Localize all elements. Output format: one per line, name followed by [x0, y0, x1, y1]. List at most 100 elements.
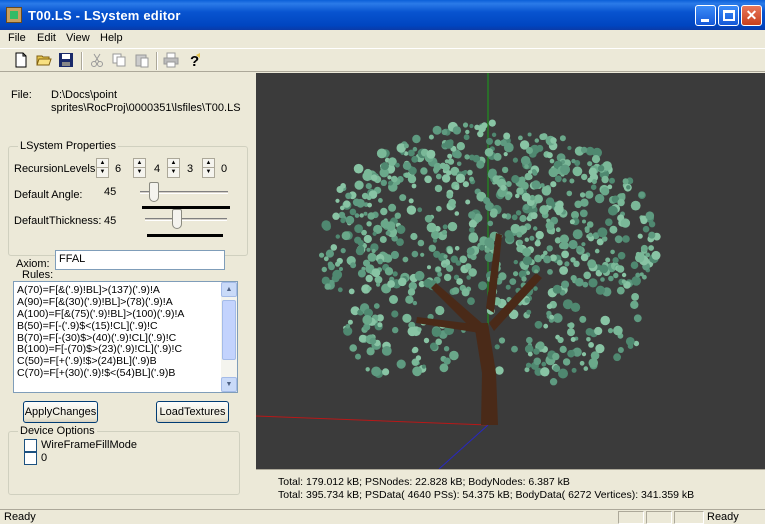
leaf — [591, 155, 601, 164]
option-zero-checkbox[interactable] — [24, 452, 37, 465]
window-title: T00.LS - LSystem editor — [28, 8, 181, 23]
leaf — [367, 202, 372, 208]
leaf — [580, 146, 588, 154]
load-textures-button[interactable]: LoadTextures — [156, 401, 229, 423]
leaf — [585, 190, 594, 199]
down-arrow-icon: ▼ — [170, 169, 177, 175]
scroll-thumb[interactable] — [222, 300, 236, 360]
leaf — [555, 227, 561, 233]
leaf — [412, 366, 422, 377]
rule-line: B(50)=F[-('.9)$<(15)!CL]('.9)!C — [17, 319, 158, 332]
cut-icon[interactable] — [89, 52, 107, 70]
rules-scrollbar[interactable]: ▲ ▼ — [221, 282, 237, 392]
file-label: File: — [11, 89, 32, 101]
recursion-spinner-2[interactable]: ▲ ▼ — [133, 158, 146, 178]
leaf — [469, 176, 474, 182]
leaf — [558, 368, 568, 379]
leaf — [335, 234, 340, 239]
leaf — [493, 152, 502, 161]
leaf — [579, 360, 585, 366]
leaf — [607, 328, 614, 334]
copy-icon[interactable] — [111, 52, 129, 70]
leaf — [579, 192, 586, 198]
stats-panel: Total: 179.012 kB; PSNodes: 22.828 kB; B… — [256, 469, 765, 509]
x-axis-line — [256, 415, 489, 426]
leaf — [407, 149, 415, 157]
down-arrow-icon: ▼ — [99, 169, 106, 175]
leaf — [559, 234, 569, 244]
leaf — [476, 160, 485, 169]
render-viewport[interactable] — [256, 73, 765, 469]
rule-line: A(70)=F[&('.9)!BL]>(137)('.9)!A — [17, 284, 160, 296]
leaf — [447, 248, 454, 255]
maximize-button[interactable] — [718, 5, 739, 26]
leaf — [635, 272, 641, 278]
leaf — [465, 129, 470, 135]
leaf — [380, 162, 389, 171]
scroll-up-icon[interactable]: ▲ — [221, 282, 237, 297]
recursion-levels-label: RecursionLevels — [14, 163, 96, 175]
leaf — [340, 248, 346, 254]
wireframe-checkbox[interactable] — [24, 439, 37, 452]
maximize-icon — [723, 10, 735, 21]
leaf — [447, 153, 453, 159]
leaf — [591, 179, 597, 185]
leaf — [328, 263, 335, 271]
leaf — [534, 240, 541, 247]
menu-bar: File Edit View Help — [0, 30, 765, 48]
paste-icon[interactable] — [134, 52, 152, 70]
menu-help[interactable]: Help — [100, 32, 123, 44]
leaf — [332, 212, 340, 220]
leaf — [465, 199, 471, 205]
leaf — [347, 319, 353, 325]
leaf — [543, 255, 552, 264]
leaf — [340, 217, 346, 224]
leaf — [580, 198, 589, 207]
leaf — [533, 286, 538, 291]
leaf — [546, 303, 553, 310]
open-folder-icon[interactable] — [36, 52, 54, 70]
toolbar: ? — [0, 48, 765, 72]
leaf — [534, 194, 543, 204]
toolbar-separator — [156, 52, 158, 70]
leaf — [562, 178, 567, 183]
thickness-slider-thumb[interactable] — [172, 209, 182, 229]
leaf — [353, 163, 364, 174]
rules-textarea[interactable]: A(70)=F[&('.9)!BL]>(137)('.9)!A A(90)=F[… — [13, 281, 238, 393]
status-pane — [646, 511, 672, 524]
leaf — [509, 278, 517, 285]
apply-changes-button[interactable]: ApplyChanges — [23, 401, 98, 423]
leaf — [407, 326, 417, 337]
leaf — [526, 271, 530, 275]
axiom-input[interactable]: FFAL — [55, 250, 225, 270]
status-pane — [674, 511, 704, 524]
leaf — [541, 186, 552, 196]
recursion-spinner-4[interactable]: ▲ ▼ — [202, 158, 215, 178]
menu-edit[interactable]: Edit — [37, 32, 56, 44]
title-bar[interactable]: T00.LS - LSystem editor ✕ — [0, 0, 765, 30]
tree-trunk — [474, 323, 498, 425]
recursion-spinner-3[interactable]: ▲ ▼ — [167, 158, 180, 178]
file-path-line1: D:\Docs\point — [51, 89, 118, 101]
leaf — [488, 119, 496, 127]
leaf — [549, 158, 555, 164]
leaf — [432, 125, 442, 135]
scroll-down-icon[interactable]: ▼ — [221, 377, 237, 392]
print-icon[interactable] — [163, 52, 181, 70]
help-icon[interactable]: ? — [186, 52, 204, 70]
save-disk-icon[interactable] — [58, 52, 76, 70]
leaf — [609, 225, 618, 234]
leaf — [651, 250, 661, 260]
minimize-button[interactable] — [695, 5, 716, 26]
rules-label: Rules: — [22, 269, 54, 281]
close-button[interactable]: ✕ — [741, 5, 762, 26]
leaf — [550, 181, 557, 188]
menu-file[interactable]: File — [8, 32, 26, 44]
leaf — [531, 180, 541, 190]
recursion-spinner-1[interactable]: ▲ ▼ — [96, 158, 109, 178]
angle-slider-thumb[interactable] — [149, 182, 159, 202]
leaf — [527, 351, 533, 357]
new-file-icon[interactable] — [13, 52, 31, 70]
menu-view[interactable]: View — [66, 32, 90, 44]
leaf — [622, 178, 629, 185]
